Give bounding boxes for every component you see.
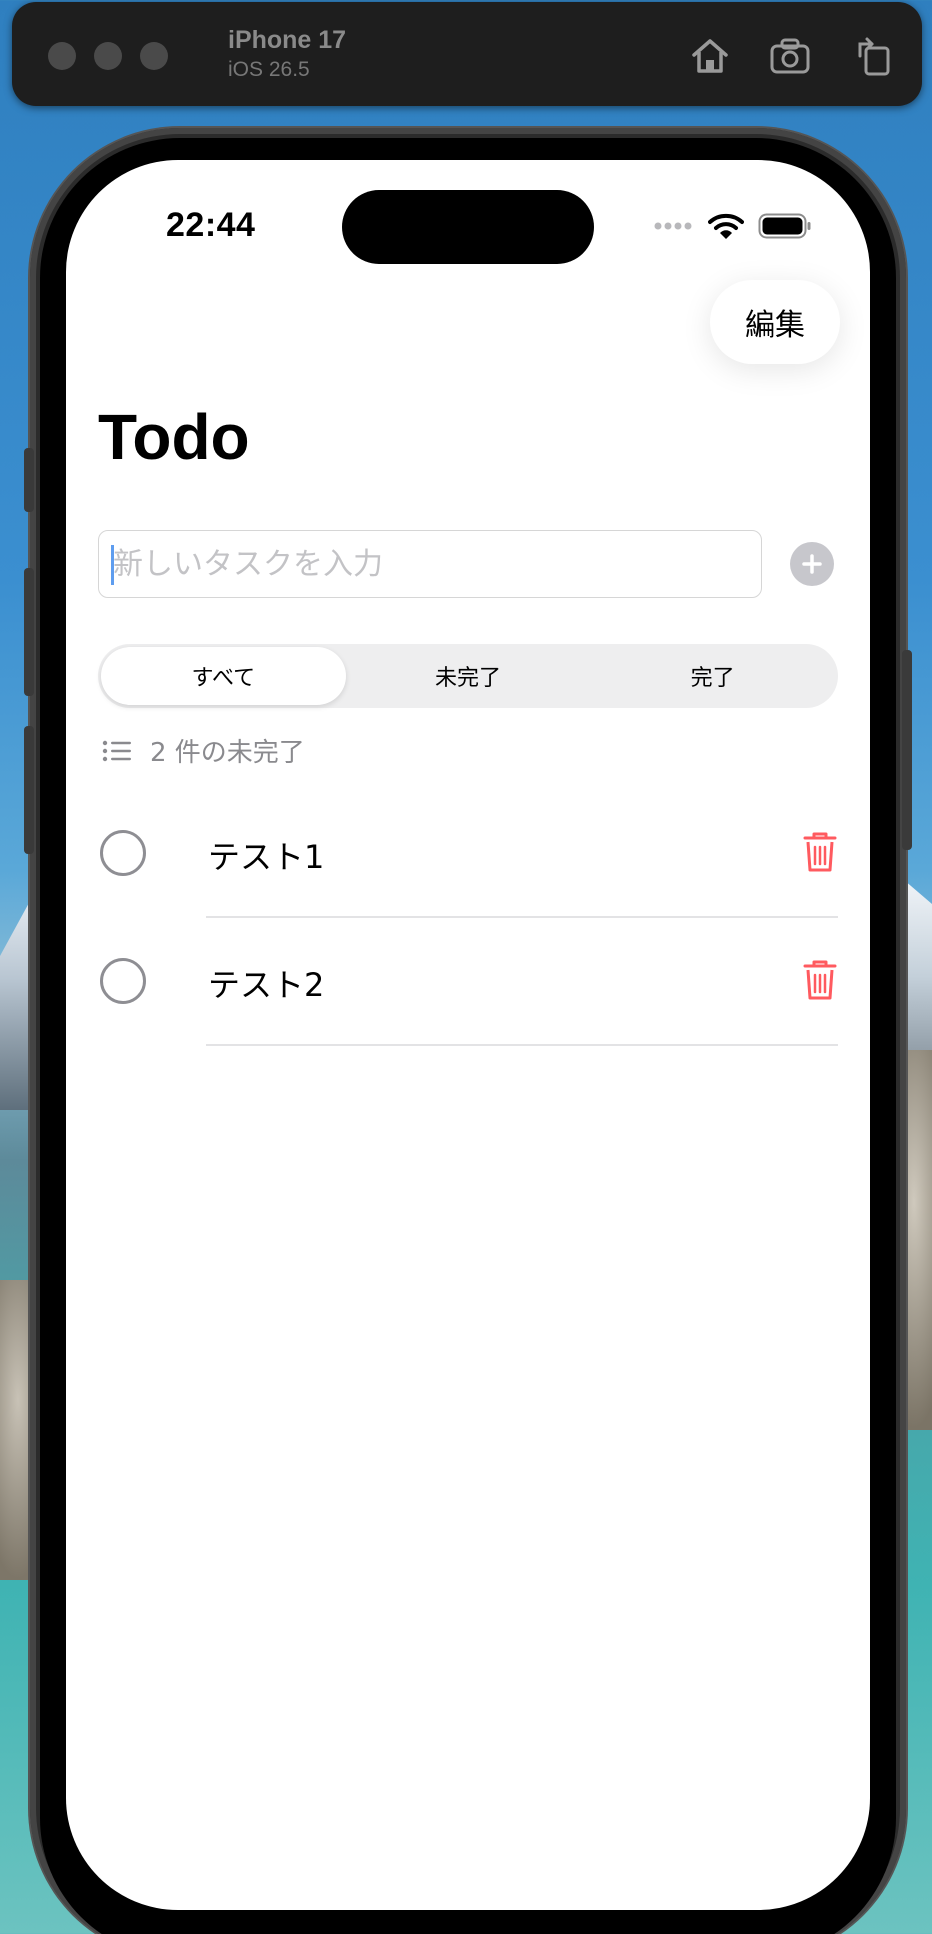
simulator-toolbar: iPhone 17 iOS 26.5 [12, 2, 922, 106]
task-checkbox[interactable] [100, 958, 146, 1004]
task-title: テスト2 [208, 966, 325, 1004]
plus-circle-icon [802, 554, 822, 574]
zoom-window-button[interactable] [140, 42, 168, 70]
filter-option-incomplete[interactable]: 未完了 [346, 647, 591, 705]
rotate-icon[interactable] [852, 34, 896, 78]
edit-button[interactable]: 編集 [710, 280, 840, 364]
filter-segmented-control: すべて 未完了 完了 [98, 644, 838, 708]
status-icons [654, 212, 812, 240]
signal-dots-icon [654, 222, 692, 230]
row-divider [206, 1044, 838, 1046]
new-task-input[interactable] [99, 531, 761, 597]
add-task-button[interactable] [790, 542, 834, 586]
list-icon [102, 740, 131, 761]
power-button [902, 650, 912, 850]
close-window-button[interactable] [48, 42, 76, 70]
volume-up-button [24, 568, 34, 696]
task-row[interactable]: テスト1 [98, 792, 838, 918]
device-name: iPhone 17 [228, 26, 347, 54]
home-icon[interactable] [688, 34, 732, 78]
page-title: Todo [98, 401, 250, 473]
screenshot-icon[interactable] [768, 34, 812, 78]
remaining-summary: 2 件の未完了 [102, 732, 305, 769]
row-divider [206, 916, 838, 918]
battery-icon [758, 213, 811, 239]
filter-option-all[interactable]: すべて [101, 647, 346, 705]
new-task-field[interactable] [98, 530, 762, 598]
phone-screen: 22:44 編集 Todo すべて 未完了 完了 [66, 160, 870, 1910]
task-checkbox[interactable] [100, 830, 146, 876]
volume-down-button [24, 726, 34, 854]
wifi-icon [708, 213, 744, 239]
remaining-count-text: 2 件の未完了 [150, 738, 305, 768]
task-title: テスト1 [208, 838, 325, 876]
action-button [24, 448, 34, 512]
task-row[interactable]: テスト2 [98, 920, 838, 1046]
os-version: iOS 26.5 [228, 58, 310, 81]
status-time: 22:44 [166, 206, 256, 244]
dynamic-island [342, 190, 594, 264]
trash-icon[interactable] [802, 830, 838, 874]
filter-option-complete[interactable]: 完了 [590, 647, 835, 705]
text-caret [111, 545, 114, 585]
trash-icon[interactable] [802, 958, 838, 1002]
minimize-window-button[interactable] [94, 42, 122, 70]
